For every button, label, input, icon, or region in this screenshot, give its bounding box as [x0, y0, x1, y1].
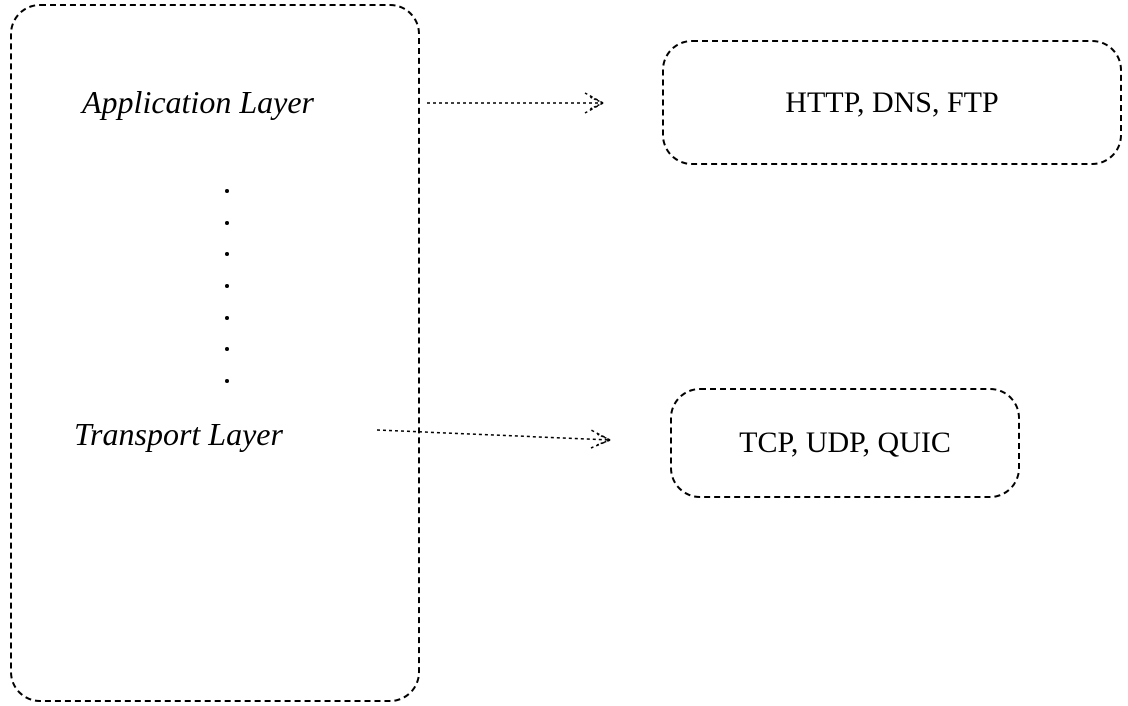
dot [225, 284, 229, 288]
transport-protocols-box: TCP, UDP, QUIC [670, 388, 1020, 498]
main-container-box: Application Layer Transport Layer [10, 4, 420, 702]
dot [225, 221, 229, 225]
dot [225, 316, 229, 320]
vertical-dots-separator [217, 181, 237, 391]
transport-layer-label: Transport Layer [74, 416, 283, 453]
dot [225, 189, 229, 193]
dot [225, 347, 229, 351]
application-protocols-box: HTTP, DNS, FTP [662, 40, 1122, 165]
dot [225, 379, 229, 383]
dot [225, 252, 229, 256]
arrow-app-to-protocols [425, 85, 625, 125]
application-layer-label: Application Layer [82, 84, 314, 121]
transport-protocols-text: TCP, UDP, QUIC [739, 426, 951, 460]
application-protocols-text: HTTP, DNS, FTP [785, 86, 998, 120]
